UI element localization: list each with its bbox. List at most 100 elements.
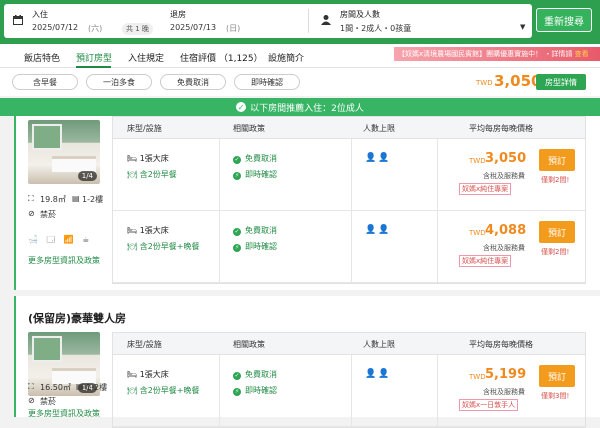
- meal-text: 含2份早餐+晚餐: [139, 386, 200, 395]
- photo-counter: 1/4: [77, 171, 97, 181]
- checkout-date[interactable]: 2025/07/13: [170, 23, 216, 32]
- user-icon: [321, 15, 331, 25]
- filter-free-cancel[interactable]: 免費取消: [160, 74, 226, 90]
- check-icon: ✓: [233, 228, 241, 236]
- policy-text: 免費取消: [245, 154, 277, 163]
- room-floor: 1-2樓: [86, 383, 108, 392]
- capacity-icons: 👤👤: [365, 153, 392, 163]
- filter-bar: 含早餐 一泊多食 免費取消 即時確認 TWD 3,050 房型詳情: [0, 68, 600, 96]
- col-divider: [351, 211, 352, 282]
- tab-features[interactable]: 飯店特色: [24, 51, 60, 64]
- tab-rules[interactable]: 入住規定: [128, 51, 164, 64]
- meal-icon: 🍽: [127, 242, 140, 251]
- no-smoking-icon: ⊘: [28, 396, 35, 405]
- search-form: 入住 2025/07/12 (六) 共 1 晚 退房 2025/07/13 (日…: [4, 4, 532, 38]
- check-icon: ✓: [233, 372, 241, 380]
- rooms-left: 僅剩2間!: [541, 248, 570, 256]
- promo-banner: 【奴媽x清境農場國民賓館】團購優惠實施中！ ・詳情請 查看: [394, 47, 600, 61]
- col-divider: [219, 211, 220, 282]
- room-price: 3,050: [485, 151, 527, 166]
- book-button[interactable]: 預訂: [539, 365, 575, 387]
- meal-icon: 🍽: [127, 170, 140, 179]
- tax-note: 含稅及服務費: [483, 388, 525, 396]
- policy-text: 即時確認: [245, 386, 277, 395]
- filter-multi-meal[interactable]: 一泊多食: [86, 74, 152, 90]
- currency-label: TWD: [476, 79, 493, 87]
- bolt-icon: ⚡: [233, 172, 241, 180]
- bolt-icon: ⚡: [233, 244, 241, 252]
- floor-icon: ▤: [76, 382, 84, 391]
- more-room-info-link[interactable]: 更多房型資訊及政策: [28, 408, 100, 419]
- photo-window: [32, 124, 62, 150]
- room-card: 1/4 ⛶ 19.8㎡ ▤ 1-2樓 ⊘ 禁菸 🛁 🗔 📶 ☕ 更多房型資訊及政…: [14, 116, 600, 290]
- filter-instant-confirm[interactable]: 即時確認: [234, 74, 300, 90]
- bed-type: 🛏 1張大床: [127, 369, 169, 380]
- amenity-icons: 🛁 🗔 📶 ☕: [28, 235, 93, 244]
- guests-label: 房間及人數: [340, 10, 380, 19]
- policy-cancel: ✓ 免費取消: [233, 153, 277, 164]
- lowest-price: 3,050: [494, 72, 542, 90]
- header-price: 平均每房每晚價格: [469, 340, 533, 349]
- header-policy: 相關政策: [233, 340, 265, 349]
- room-size: 16.50㎡: [40, 383, 71, 392]
- book-button[interactable]: 預訂: [539, 149, 575, 171]
- meal-info: 🍽 含2份早餐: [127, 169, 177, 180]
- price-currency: TWD: [469, 229, 486, 237]
- floor-icon: ▤: [72, 194, 80, 203]
- promo-link[interactable]: 查看: [575, 50, 589, 58]
- bed-type: 🛏 1張大床: [127, 225, 169, 236]
- filter-breakfast[interactable]: 含早餐: [12, 74, 78, 90]
- policy-text: 即時確認: [245, 170, 277, 179]
- no-smoking-icon: ⊘: [28, 209, 35, 218]
- meal-text: 含2份早餐+晚餐: [139, 242, 200, 251]
- promo-text: 【奴媽x清境農場國民賓館】團購優惠實施中！ ・詳情請: [398, 50, 573, 58]
- tab-bar: 飯店特色 預訂房型 入住規定 住宿評價 （1,125） 設施簡介 【奴媽x清境農…: [0, 44, 600, 68]
- bolt-icon: ⚡: [233, 388, 241, 396]
- tab-reviews[interactable]: 住宿評價 （1,125）: [180, 51, 263, 64]
- checkin-weekday: (六): [88, 24, 103, 33]
- policy-cancel: ✓ 免費取消: [233, 225, 277, 236]
- checkin-label: 入住: [32, 10, 48, 19]
- room-detail-button[interactable]: 房型詳情: [536, 74, 586, 90]
- more-room-info-link[interactable]: 更多房型資訊及政策: [28, 255, 100, 266]
- room-title: (保留房)豪華雙人房: [28, 312, 127, 325]
- rate-table: 床型/設施 相關政策 人數上限 平均每房每晚價格 🛏 1張大床 🍽 含2份早餐+…: [112, 332, 586, 428]
- header-price: 平均每房每晚價格: [469, 124, 533, 133]
- chevron-down-icon[interactable]: ▼: [520, 23, 525, 31]
- capacity-icons: 👤👤: [365, 369, 392, 379]
- rate-row: 🛏 1張大床 🍽 含2份早餐+晚餐 ✓ 免費取消 ⚡ 即時確認 👤👤 TWD 4,0…: [113, 211, 585, 283]
- promo-tag: 奴媽x一日敦手人: [459, 399, 519, 411]
- photo-bed: [52, 156, 96, 172]
- area-icon: ⛶: [28, 194, 34, 203]
- rooms-left: 僅剩2間!: [541, 176, 570, 184]
- tab-book-rooms[interactable]: 預訂房型: [76, 51, 112, 64]
- col-divider: [219, 355, 220, 426]
- rate-row: 🛏 1張大床 🍽 含2份早餐 ✓ 免費取消 ⚡ 即時確認 👤👤 TWD 3,050 …: [113, 139, 585, 211]
- room-price: 5,199: [485, 367, 527, 382]
- book-button[interactable]: 預訂: [539, 221, 575, 243]
- rooms-left: 僅剩3間!: [541, 392, 570, 400]
- guests-value[interactable]: 1間・2成人・0孩童: [340, 23, 411, 34]
- col-divider: [219, 139, 220, 210]
- policy-text: 免費取消: [245, 226, 277, 235]
- policy-confirm: ⚡ 即時確認: [233, 169, 277, 180]
- checkout-weekday: (日): [226, 24, 241, 33]
- price-currency: TWD: [469, 373, 486, 381]
- search-bar: 入住 2025/07/12 (六) 共 1 晚 退房 2025/07/13 (日…: [0, 0, 600, 44]
- tab-facilities[interactable]: 設施簡介: [268, 51, 304, 64]
- room-floor: 1-2樓: [82, 195, 104, 204]
- search-button[interactable]: 重新搜尋: [536, 8, 592, 32]
- col-divider: [437, 355, 438, 426]
- checkin-date[interactable]: 2025/07/12: [32, 23, 78, 32]
- header-capacity: 人數上限: [363, 124, 395, 133]
- policy-confirm: ⚡ 即時確認: [233, 385, 277, 396]
- check-icon: ✓: [233, 156, 241, 164]
- room-photo[interactable]: 1/4: [28, 120, 100, 184]
- col-divider: [351, 139, 352, 210]
- policy-cancel: ✓ 免費取消: [233, 369, 277, 380]
- capacity-icons: 👤👤: [365, 225, 392, 235]
- bed-icon: 🛏: [127, 226, 140, 235]
- meal-icon: 🍽: [127, 386, 140, 395]
- recommend-text: 以下房間推薦入住：2位成人: [250, 103, 364, 114]
- meal-info: 🍽 含2份早餐+晚餐: [127, 241, 200, 252]
